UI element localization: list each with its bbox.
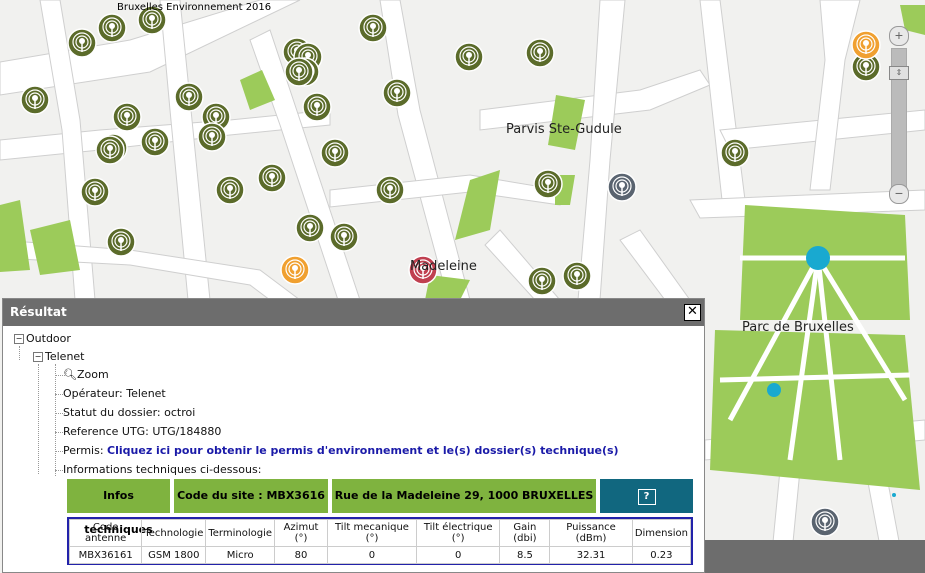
result-panel-title: Résultat [10, 305, 67, 319]
antenna-marker[interactable] [358, 13, 388, 43]
antenna-marker[interactable] [329, 222, 359, 252]
collapse-icon[interactable]: − [14, 334, 24, 344]
table-header-cell: Tilt électrique (°) [415, 519, 501, 547]
tree-node-reference: Reference UTG: UTG/184880 [63, 425, 222, 438]
tree-node-statut: Statut du dossier: octroi [63, 406, 196, 419]
place-label-madeleine: Madeleine [410, 259, 477, 274]
result-panel-header: Résultat ✕ [3, 299, 704, 326]
park-fountain-marker [767, 383, 781, 397]
table-cell: Micro [205, 546, 276, 564]
antenna-marker[interactable] [382, 78, 412, 108]
table-row: MBX36161 GSM 1800 Micro 80 0 0 8.5 32.31 0.23 [68, 546, 692, 564]
antenna-marker[interactable] [112, 102, 142, 132]
antenna-marker[interactable] [527, 266, 557, 296]
antenna-marker[interactable] [215, 175, 245, 205]
zoom-control: + ⇕ − [887, 26, 911, 208]
tree-node-outdoor[interactable]: − Outdoor [14, 332, 71, 346]
table-header-cell: Azimut (°) [274, 519, 329, 547]
zoom-magnifier-icon: 🔍︎ [63, 368, 77, 381]
park-marker [892, 493, 896, 497]
table-cell: GSM 1800 [141, 546, 207, 564]
table-cell: 0.23 [631, 546, 692, 564]
antenna-marker[interactable] [375, 175, 405, 205]
technical-table: Code antenne Technologie Terminologie Azimu… [67, 517, 693, 565]
tree-node-zoom[interactable]: 🔍︎Zoom [63, 368, 109, 382]
antenna-marker[interactable] [284, 57, 314, 87]
help-box: ? [600, 479, 693, 513]
tree-node-infos: Informations techniques ci-dessous: [63, 463, 262, 476]
address-box: Rue de la Madeleine 29, 1000 BRUXELLES [332, 479, 596, 513]
antenna-marker[interactable] [80, 177, 110, 207]
place-label-parc: Parc de Bruxelles [742, 320, 854, 335]
antenna-marker[interactable] [851, 30, 881, 60]
zoom-slider-handle[interactable]: ⇕ [889, 66, 909, 80]
antenna-marker[interactable] [197, 122, 227, 152]
antenna-marker[interactable] [320, 138, 350, 168]
antenna-marker[interactable] [97, 13, 127, 43]
infos-techniques-tab[interactable]: Infos techniques [67, 479, 170, 536]
table-header-cell: Technologie [141, 519, 207, 547]
table-header-cell: Gain (dbi) [499, 519, 551, 547]
permis-link[interactable]: Cliquez ici pour obtenir le permis d'env… [107, 444, 619, 457]
antenna-marker[interactable] [533, 169, 563, 199]
table-header-cell: Puissance (dBm) [549, 519, 633, 547]
zoom-link[interactable]: Zoom [77, 368, 109, 381]
code-site-box: Code du site : MBX3616 [174, 479, 328, 513]
tree-node-permis: Permis: Cliquez ici pour obtenir le perm… [63, 444, 619, 458]
table-cell: MBX36161 [68, 546, 143, 564]
table-header-cell: Code antenne [68, 519, 143, 547]
table-cell: 32.31 [549, 546, 633, 564]
table-cell: 80 [274, 546, 329, 564]
antenna-marker[interactable] [140, 127, 170, 157]
antenna-marker[interactable] [302, 92, 332, 122]
table-header-row: Code antenne Technologie Terminologie Azimu… [68, 519, 692, 547]
antenna-marker[interactable] [280, 255, 310, 285]
map-footer-strip [705, 540, 925, 573]
tree-label-telenet: Telenet [45, 350, 85, 363]
help-icon[interactable]: ? [637, 489, 656, 505]
antenna-marker[interactable] [454, 42, 484, 72]
park-fountain-marker [806, 246, 830, 270]
antenna-marker[interactable] [525, 38, 555, 68]
info-bar: Infos techniques Code du site : MBX3616 … [67, 479, 693, 536]
result-panel: Résultat ✕ − Outdoor − Telenet 🔍︎Zoom Opér… [2, 298, 705, 573]
map-credit: Bruxelles Environnement 2016 [117, 2, 272, 13]
zoom-in-button[interactable]: + [889, 26, 909, 46]
antenna-marker[interactable] [257, 163, 287, 193]
antenna-marker[interactable] [295, 213, 325, 243]
table-header-cell: Dimension [631, 519, 692, 547]
antenna-marker[interactable] [67, 28, 97, 58]
table-header-cell: Tilt mecanique (°) [327, 519, 417, 547]
antenna-marker[interactable] [174, 82, 204, 112]
antenna-marker[interactable] [607, 172, 637, 202]
table-cell: 0 [415, 546, 501, 564]
antenna-marker[interactable] [20, 85, 50, 115]
table-cell: 8.5 [499, 546, 551, 564]
permis-label: Permis: [63, 444, 104, 457]
antenna-marker[interactable] [95, 135, 125, 165]
close-icon[interactable]: ✕ [684, 304, 701, 321]
tree-label-outdoor: Outdoor [26, 332, 71, 345]
table-cell: 0 [327, 546, 417, 564]
antenna-marker[interactable] [810, 507, 840, 537]
place-label-parvis: Parvis Ste-Gudule [506, 122, 622, 137]
zoom-out-button[interactable]: − [889, 184, 909, 204]
antenna-marker[interactable] [562, 261, 592, 291]
table-header-cell: Terminologie [205, 519, 276, 547]
antenna-marker[interactable] [106, 227, 136, 257]
tree-node-operateur: Opérateur: Telenet [63, 387, 166, 400]
tree-node-telenet[interactable]: − Telenet [33, 350, 85, 364]
collapse-icon[interactable]: − [33, 352, 43, 362]
antenna-marker[interactable] [720, 138, 750, 168]
